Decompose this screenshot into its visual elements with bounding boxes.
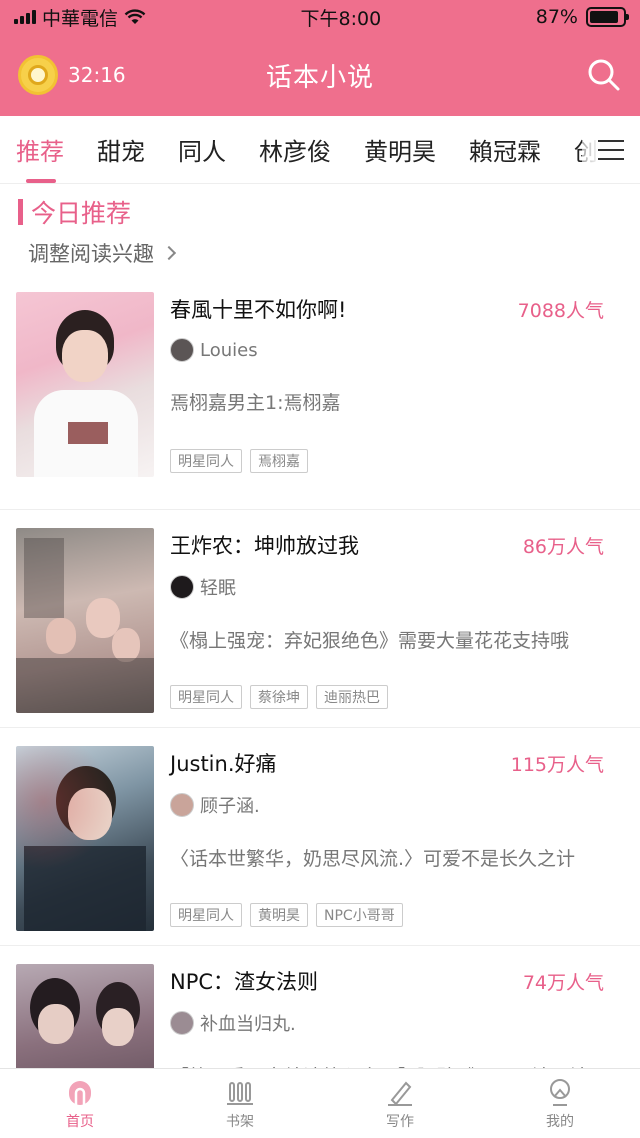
tag[interactable]: 焉栩嘉 xyxy=(250,449,308,473)
chevron-right-icon xyxy=(161,245,177,261)
nav-write[interactable]: 写作 xyxy=(320,1069,480,1138)
book-title: NPC：渣女法则 xyxy=(170,970,319,994)
status-bar: 中華電信 下午8:00 87% xyxy=(0,0,640,34)
author-name: Louies xyxy=(200,339,258,361)
menu-icon xyxy=(598,139,624,160)
battery-icon xyxy=(585,7,629,27)
tag[interactable]: 明星同人 xyxy=(170,903,242,927)
bottom-nav: 首页 书架 写作 我的 xyxy=(0,1068,640,1138)
profile-icon xyxy=(550,1078,570,1106)
avatar xyxy=(170,793,194,817)
author: 轻眠 xyxy=(170,574,624,600)
home-icon xyxy=(69,1080,91,1105)
tab-recommend[interactable]: 推荐 xyxy=(16,116,64,183)
tag-list: 明星同人 蔡徐坤 迪丽热巴 xyxy=(170,685,624,709)
book-title: 春風十里不如你啊! xyxy=(170,298,347,322)
tag-list: 明星同人 黄明昊 NPC小哥哥 xyxy=(170,903,624,927)
popularity-label: 115万人气 xyxy=(510,753,604,776)
author-name: 补血当归丸. xyxy=(200,1014,296,1035)
tag-list: 明星同人 焉栩嘉 xyxy=(170,449,624,473)
book-description: 《榻上强宠：弃妃狠绝色》需要大量花花支持哦 xyxy=(170,630,570,652)
bookshelf-icon xyxy=(227,1081,253,1105)
popularity-label: 86万人气 xyxy=(522,535,604,558)
author: Louies xyxy=(170,338,624,362)
book-title: Justin.好痛 xyxy=(170,752,277,776)
tag[interactable]: NPC小哥哥 xyxy=(316,903,403,927)
author: 补血当归丸. xyxy=(170,1010,624,1036)
carrier-label: 中華電信 xyxy=(42,7,119,30)
nav-bar: 32:16 话本小说 xyxy=(0,34,640,116)
alarm-clock-icon xyxy=(18,55,58,95)
category-tabs: 推荐 甜宠 同人 林彦俊 黄明昊 賴冠霖 创 xyxy=(0,116,640,184)
popularity-label: 74万人气 xyxy=(522,971,604,994)
pen-icon xyxy=(388,1081,412,1106)
book-item[interactable]: 春風十里不如你啊! 7088人气 Louies 焉栩嘉男主1:焉栩嘉 明星同人 … xyxy=(0,292,640,510)
nav-home[interactable]: 首页 xyxy=(0,1069,160,1138)
book-item[interactable]: Justin.好痛 115万人气 顾子涵. 〈话本世繁华，奶思尽风流.〉可爱不是… xyxy=(0,728,640,946)
timer-label: 32:16 xyxy=(68,63,126,87)
wifi-icon xyxy=(124,9,146,24)
avatar xyxy=(170,575,194,599)
book-description: 焉栩嘉男主1:焉栩嘉 xyxy=(170,392,341,414)
search-icon[interactable] xyxy=(586,57,622,93)
tag[interactable]: 蔡徐坤 xyxy=(250,685,308,709)
book-cover xyxy=(16,292,154,477)
author-name: 顾子涵. xyxy=(200,796,260,817)
tag[interactable]: 明星同人 xyxy=(170,449,242,473)
book-cover xyxy=(16,528,154,713)
book-title: 王炸农：坤帅放过我 xyxy=(170,534,359,558)
tab-fanfic[interactable]: 同人 xyxy=(178,116,226,183)
nav-profile[interactable]: 我的 xyxy=(480,1069,640,1138)
tab-sweet[interactable]: 甜宠 xyxy=(97,116,145,183)
battery-percent: 87% xyxy=(535,6,578,28)
avatar xyxy=(170,338,194,362)
tab-huang-minghao[interactable]: 黄明昊 xyxy=(364,116,436,183)
section-title: 今日推荐 xyxy=(18,194,622,230)
book-list: 春風十里不如你啊! 7088人气 Louies 焉栩嘉男主1:焉栩嘉 明星同人 … xyxy=(0,292,640,1138)
author: 顾子涵. xyxy=(170,792,624,818)
signal-icon xyxy=(14,10,36,24)
nav-bookshelf[interactable]: 书架 xyxy=(160,1069,320,1138)
tag[interactable]: 黄明昊 xyxy=(250,903,308,927)
status-time: 下午8:00 xyxy=(300,7,382,30)
top-header: 中華電信 下午8:00 87% 32:16 话本小说 xyxy=(0,0,640,116)
tag[interactable]: 迪丽热巴 xyxy=(316,685,388,709)
tab-lin-yanjun[interactable]: 林彦俊 xyxy=(259,116,331,183)
book-description: 〈话本世繁华，奶思尽风流.〉可爱不是长久之计 xyxy=(170,848,576,870)
popularity-label: 7088人气 xyxy=(517,299,604,322)
tag[interactable]: 明星同人 xyxy=(170,685,242,709)
adjust-interest-link[interactable]: 调整阅读兴趣 xyxy=(18,238,622,268)
book-cover xyxy=(16,746,154,931)
book-item[interactable]: 王炸农：坤帅放过我 86万人气 轻眠 《榻上强宠：弃妃狠绝色》需要大量花花支持哦… xyxy=(0,510,640,728)
tabs-menu-button[interactable] xyxy=(582,116,640,183)
reading-timer[interactable]: 32:16 xyxy=(18,55,126,95)
author-name: 轻眠 xyxy=(200,578,236,599)
avatar xyxy=(170,1011,194,1035)
tab-lai-guanlin[interactable]: 賴冠霖 xyxy=(469,116,541,183)
